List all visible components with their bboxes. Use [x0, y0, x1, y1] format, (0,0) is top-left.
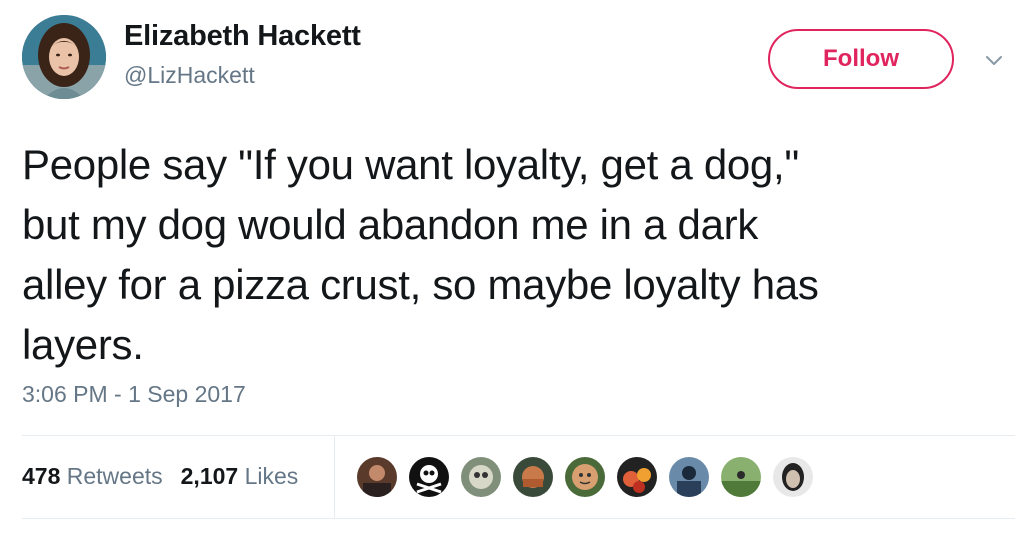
liker-avatar[interactable] — [511, 455, 555, 499]
likes-count: 2,107 — [180, 463, 239, 489]
liker-avatar[interactable] — [459, 455, 503, 499]
liker-avatar[interactable] — [615, 455, 659, 499]
follow-button[interactable]: Follow — [768, 29, 954, 89]
chevron-down-icon[interactable] — [986, 54, 1002, 66]
likes-label: Likes — [244, 463, 299, 489]
tweet-text-line: alley for a pizza crust, so maybe loyalt… — [22, 261, 819, 308]
liker-avatar[interactable] — [771, 455, 815, 499]
author-avatar[interactable] — [22, 15, 106, 99]
tweet-text-line: layers. — [22, 321, 144, 368]
liker-avatar[interactable] — [563, 455, 607, 499]
author-handle[interactable]: @LizHackett — [124, 62, 255, 89]
divider — [22, 435, 1015, 436]
tweet-text-line: People say "If you want loyalty, get a d… — [22, 141, 799, 188]
tweet-timestamp[interactable]: 3:06 PM - 1 Sep 2017 — [22, 381, 246, 408]
divider — [334, 436, 335, 518]
tweet-card: Elizabeth Hackett @LizHackett Follow Peo… — [0, 0, 1024, 536]
liker-avatar[interactable] — [667, 455, 711, 499]
liker-avatar[interactable] — [355, 455, 399, 499]
retweets-count: 478 — [22, 463, 61, 489]
retweets-stat[interactable]: 478 Retweets — [22, 463, 163, 489]
retweets-label: Retweets — [66, 463, 163, 489]
liker-avatar[interactable] — [407, 455, 451, 499]
tweet-text: People say "If you want loyalty, get a d… — [22, 135, 1007, 375]
likes-stat[interactable]: 2,107 Likes — [181, 463, 299, 489]
liker-avatar[interactable] — [719, 455, 763, 499]
tweet-stats: 478 Retweets 2,107 Likes — [22, 463, 298, 490]
tweet-text-line: but my dog would abandon me in a dark — [22, 201, 759, 248]
divider — [22, 518, 1015, 519]
author-display-name[interactable]: Elizabeth Hackett — [124, 20, 361, 53]
